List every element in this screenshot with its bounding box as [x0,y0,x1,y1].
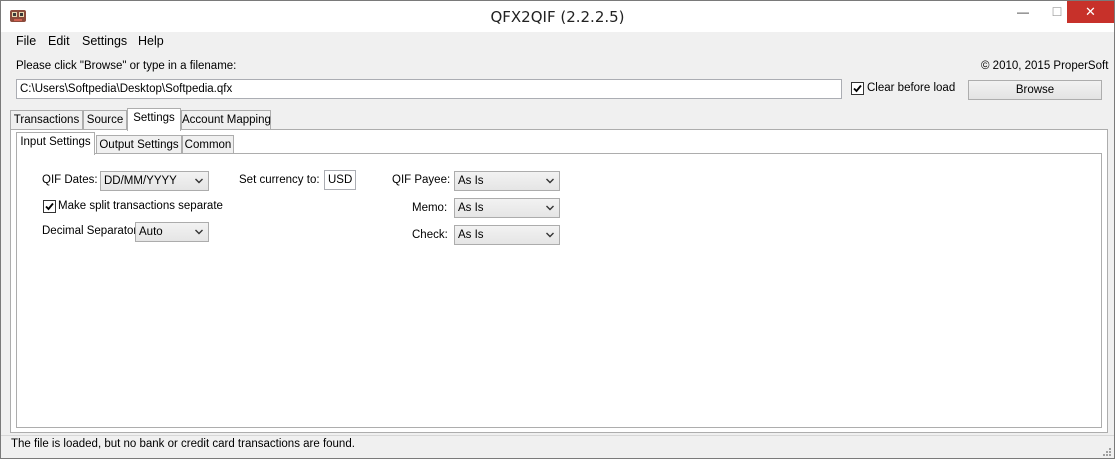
browse-button[interactable]: Browse [968,80,1102,100]
input-settings-panel [16,153,1102,428]
clear-before-load-checkbox[interactable] [851,82,864,95]
app-window: QFX2QIF (2.2.2.5) — ☐ ✕ File Edit Settin… [0,0,1115,459]
menu-settings[interactable]: Settings [82,34,127,48]
window-title: QFX2QIF (2.2.2.5) [490,8,625,26]
check-label: Check: [412,229,448,241]
copyright-text: © 2010, 2015 ProperSoft [981,60,1109,72]
currency-label: Set currency to: [239,174,320,186]
split-transactions-label: Make split transactions separate [58,200,223,212]
tab-transactions[interactable]: Transactions [10,110,83,130]
filename-prompt: Please click "Browse" or type in a filen… [16,60,237,72]
qif-payee-value: As Is [458,175,484,187]
tab-input-settings[interactable]: Input Settings [16,132,95,155]
chevron-down-icon [546,178,554,184]
menu-edit[interactable]: Edit [48,34,70,48]
check-value: As Is [458,229,484,241]
chevron-down-icon [546,205,554,211]
title-bar[interactable]: QFX2QIF (2.2.2.5) — ☐ ✕ [1,1,1114,32]
decimal-separator-value: Auto [139,226,163,238]
minimize-button[interactable]: — [1006,1,1040,23]
currency-input[interactable]: USD [324,170,356,190]
memo-select[interactable]: As Is [454,198,560,218]
clear-before-load-label: Clear before load [867,82,956,94]
qif-dates-label: QIF Dates: [42,174,98,186]
checkmark-icon [45,202,54,211]
qif-dates-select[interactable]: DD/MM/YYYY [100,171,209,191]
status-bar: The file is loaded, but no bank or credi… [1,435,1114,458]
chevron-down-icon [546,232,554,238]
memo-label: Memo: [412,202,448,214]
decimal-separator-select[interactable]: Auto [135,222,209,242]
qif-payee-select[interactable]: As Is [454,171,560,191]
decimal-separator-label: Decimal Separator: [42,225,141,237]
memo-value: As Is [458,202,484,214]
resize-grip-icon[interactable] [1102,447,1112,457]
close-button[interactable]: ✕ [1067,1,1114,23]
chevron-down-icon [195,229,203,235]
menu-file[interactable]: File [16,34,36,48]
checkmark-icon [853,84,862,93]
filename-input[interactable]: C:\Users\Softpedia\Desktop\Softpedia.qfx [16,79,842,99]
tab-settings[interactable]: Settings [127,108,181,131]
tab-common[interactable]: Common [182,135,234,155]
status-text: The file is loaded, but no bank or credi… [11,438,355,450]
qif-payee-label: QIF Payee: [392,174,451,186]
menu-help[interactable]: Help [138,34,164,48]
split-transactions-checkbox[interactable] [43,200,56,213]
chevron-down-icon [195,178,203,184]
tab-account-mapping[interactable]: Account Mapping [181,110,271,130]
menu-bar: File Edit Settings Help [1,32,1114,52]
tab-output-settings[interactable]: Output Settings [96,135,182,155]
qif-dates-value: DD/MM/YYYY [104,175,177,187]
tab-source[interactable]: Source [83,110,127,130]
check-select[interactable]: As Is [454,225,560,245]
